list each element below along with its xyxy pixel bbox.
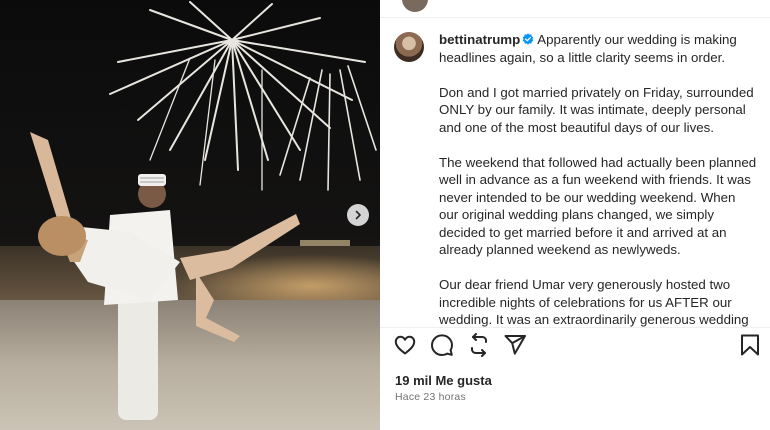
caption-paragraph-1: bettinatrump Apparently our wedding is ma… bbox=[439, 31, 757, 66]
caption-paragraph-4: Our dear friend Umar very generously hos… bbox=[439, 277, 749, 327]
post-timestamp[interactable]: Hace 23 horas bbox=[395, 391, 466, 403]
header-avatar[interactable] bbox=[402, 0, 428, 12]
caption-paragraph-2: Don and I got married privately on Frida… bbox=[439, 84, 754, 135]
username-link[interactable]: bettinatrump bbox=[439, 32, 520, 47]
post-detail-panel: bettinatrump Apparently our wedding is ma… bbox=[380, 0, 770, 430]
repost-icon bbox=[471, 333, 487, 357]
comment-button[interactable] bbox=[429, 332, 455, 358]
verified-badge-icon bbox=[522, 33, 534, 45]
like-button[interactable] bbox=[392, 332, 418, 358]
comment-icon bbox=[431, 334, 453, 356]
wedding-beach-fireworks-photo bbox=[0, 0, 380, 430]
caption-scroll-area[interactable]: bettinatrump Apparently our wedding is ma… bbox=[380, 18, 770, 327]
likes-count[interactable]: 19 mil Me gusta bbox=[395, 373, 492, 388]
post-header-strip bbox=[380, 0, 770, 18]
repost-button[interactable] bbox=[466, 332, 492, 358]
instagram-post-view: bettinatrump Apparently our wedding is ma… bbox=[0, 0, 770, 430]
avatar[interactable] bbox=[394, 32, 424, 62]
save-button[interactable] bbox=[737, 332, 763, 358]
post-caption: bettinatrump Apparently our wedding is ma… bbox=[439, 31, 757, 327]
heart-icon bbox=[394, 335, 416, 355]
send-icon bbox=[504, 335, 526, 355]
post-photo[interactable] bbox=[0, 0, 380, 430]
post-actions-bar bbox=[380, 332, 770, 362]
chevron-right-icon bbox=[355, 210, 361, 220]
share-button[interactable] bbox=[502, 332, 528, 358]
caption-paragraph-3: The weekend that followed had actually b… bbox=[439, 154, 757, 258]
bookmark-icon bbox=[741, 334, 759, 356]
next-image-button[interactable] bbox=[347, 204, 369, 226]
divider bbox=[380, 327, 770, 328]
